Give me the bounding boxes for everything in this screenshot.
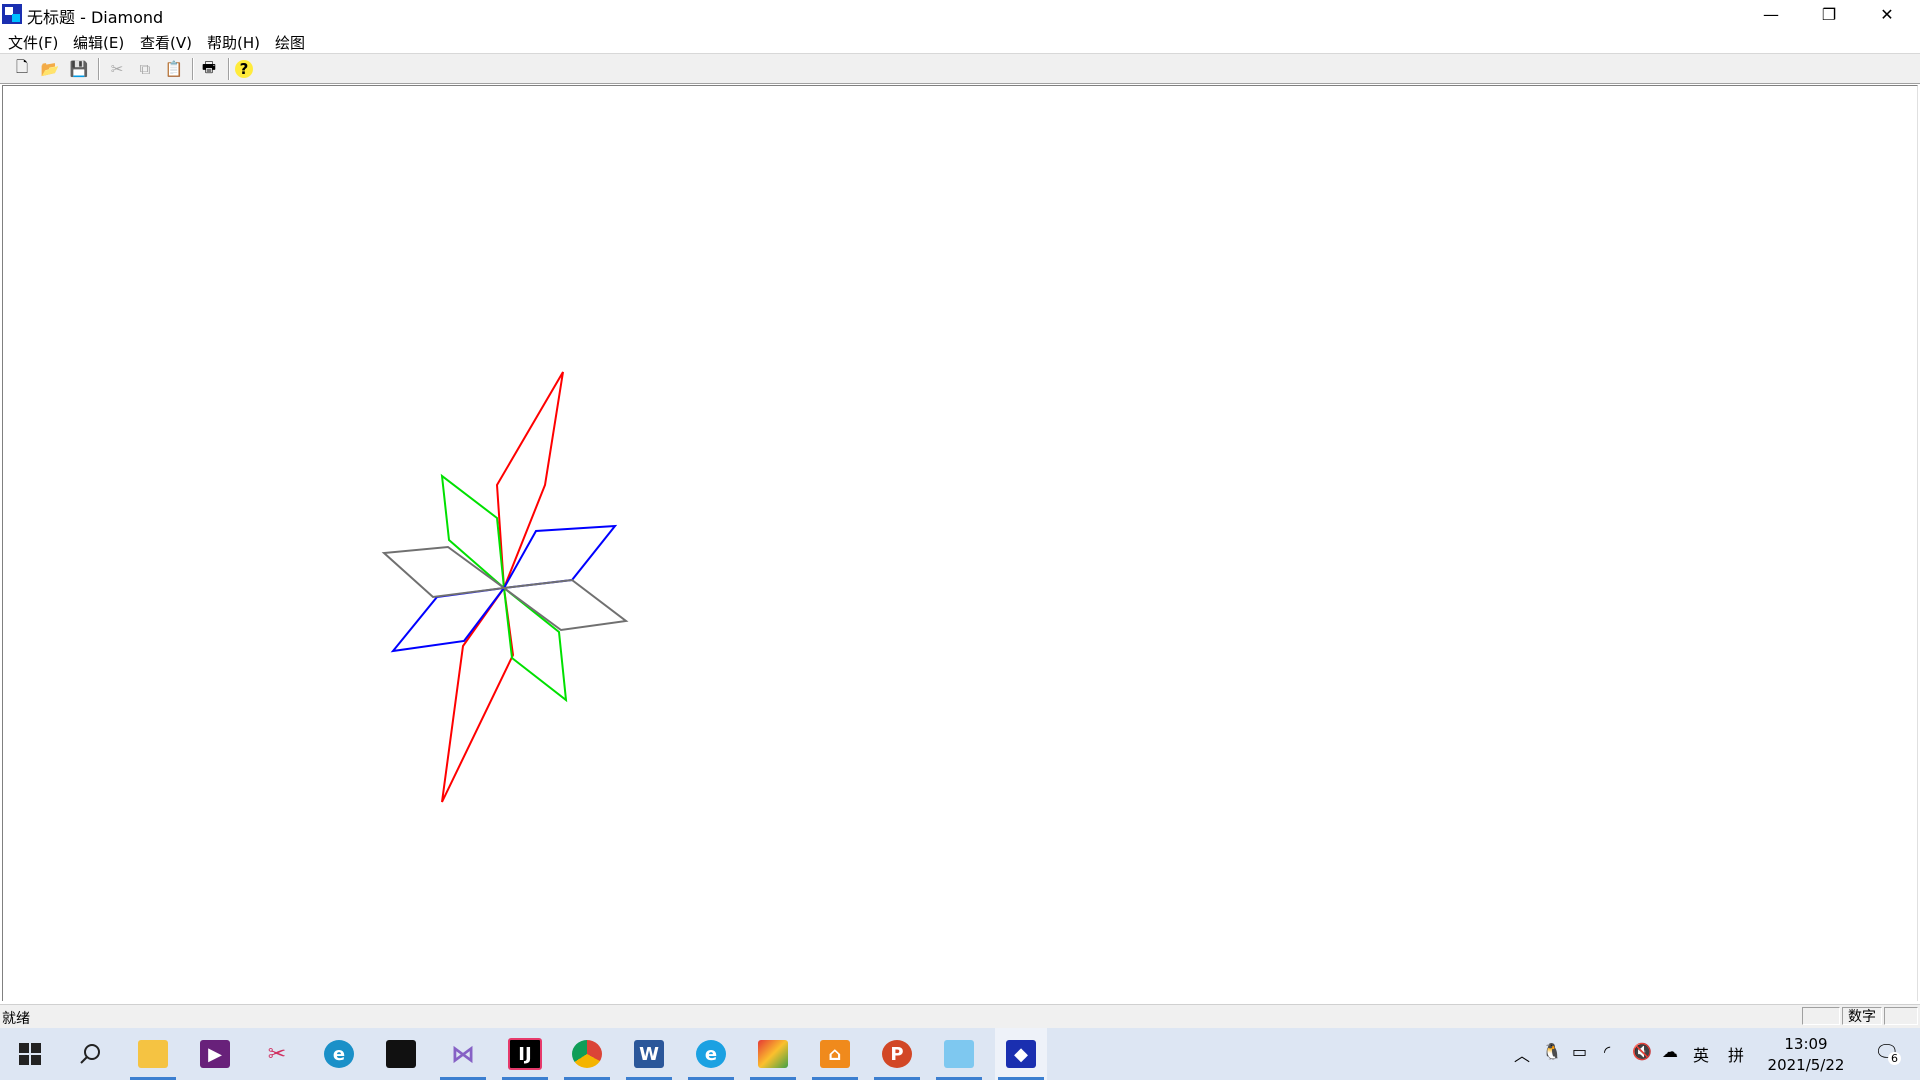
status-pane-num: 数字 [1842, 1007, 1882, 1025]
taskbar: ▶ ✂ e ⋈ IJ W e ⌂ P ◆ ︿ 🐧 ▭ ◜ 🔇 ☁ 英 拼 13:… [0, 1028, 1920, 1080]
notification-center-button[interactable]: 🗨 6 [1874, 1040, 1902, 1068]
red-diamond-lower [441, 585, 515, 803]
menu-bar: 文件(F) 编辑(E) 查看(V) 帮助(H) 绘图 [0, 29, 1920, 53]
taskbar-terminal[interactable] [375, 1028, 427, 1080]
toolbar: 🗋 📂 💾 ✂ ⧉ 📋 🖶 ? [0, 53, 1920, 84]
ime-language[interactable]: 英 [1693, 1042, 1709, 1066]
toolbar-separator [98, 58, 100, 80]
open-icon[interactable]: 📂 [39, 58, 61, 80]
drawing-canvas[interactable] [2, 85, 1918, 1001]
status-pane-scroll [1884, 1007, 1918, 1025]
taskbar-powerpoint[interactable]: P [871, 1028, 923, 1080]
taskbar-chrome[interactable] [561, 1028, 613, 1080]
diamond-star-drawing [381, 371, 629, 803]
taskbar-ie[interactable]: e [685, 1028, 737, 1080]
control-panel-icon [944, 1040, 974, 1068]
edge-icon: e [324, 1040, 354, 1068]
toolbar-separator [228, 58, 230, 80]
red-diamond-upper [495, 371, 564, 589]
jetbrains-icon: IJ [508, 1038, 542, 1070]
taskbar-clock[interactable]: 13:09 2021/5/22 [1756, 1034, 1856, 1076]
save-icon[interactable]: 💾 [68, 58, 90, 80]
powerpoint-icon: P [882, 1040, 912, 1068]
copy-icon[interactable]: ⧉ [134, 58, 156, 80]
status-pane-caps [1802, 1007, 1840, 1025]
taskbar-snipping-tool[interactable]: ✂ [251, 1028, 303, 1080]
terminal-icon [386, 1040, 416, 1068]
clock-date: 2021/5/22 [1767, 1056, 1845, 1074]
visual-studio-icon: ⋈ [451, 1040, 475, 1068]
minimize-button[interactable]: — [1742, 0, 1800, 29]
search-icon [80, 1044, 100, 1064]
visual-studio-preview-icon: ▶ [200, 1040, 230, 1068]
blue-diamond-upper [502, 524, 618, 590]
green-diamond-lower [502, 585, 568, 703]
taskbar-diamond-app[interactable]: ◆ [995, 1028, 1047, 1080]
menu-view[interactable]: 查看(V) [140, 32, 192, 53]
qq-icon[interactable]: 🐧 [1542, 1042, 1562, 1061]
taskbar-file-explorer[interactable] [127, 1028, 179, 1080]
blue-diamond-lower [390, 586, 507, 653]
close-button[interactable]: ✕ [1858, 0, 1916, 29]
word-icon: W [634, 1040, 664, 1068]
ime-mode[interactable]: 拼 [1728, 1042, 1744, 1066]
volume-muted-icon[interactable]: 🔇 [1632, 1042, 1652, 1061]
cut-icon[interactable]: ✂ [106, 58, 128, 80]
menu-draw[interactable]: 绘图 [275, 32, 305, 53]
app-colorful-icon [758, 1040, 788, 1068]
taskbar-control-panel[interactable] [933, 1028, 985, 1080]
menu-edit[interactable]: 编辑(E) [73, 32, 124, 53]
taskbar-word[interactable]: W [623, 1028, 675, 1080]
file-explorer-icon [138, 1040, 168, 1068]
taskbar-orange-app[interactable]: ⌂ [809, 1028, 861, 1080]
new-icon[interactable]: 🗋 [11, 58, 33, 80]
taskbar-visual-studio[interactable]: ⋈ [437, 1028, 489, 1080]
taskbar-jetbrains[interactable]: IJ [499, 1028, 551, 1080]
search-button[interactable] [64, 1028, 116, 1080]
toolbar-separator [192, 58, 194, 80]
onedrive-icon[interactable]: ☁ [1662, 1042, 1678, 1061]
taskbar-edge[interactable]: e [313, 1028, 365, 1080]
help-icon[interactable]: ? [235, 60, 253, 78]
restore-button[interactable]: ❐ [1800, 0, 1858, 29]
start-button[interactable] [4, 1028, 56, 1080]
green-diamond-upper [440, 473, 506, 591]
print-icon[interactable]: 🖶 [198, 58, 220, 80]
clock-time: 13:09 [1784, 1035, 1828, 1053]
wifi-icon[interactable]: ◜ [1604, 1042, 1610, 1061]
tray-overflow-icon[interactable]: ︿ [1514, 1042, 1530, 1066]
snipping-tool-icon: ✂ [267, 1041, 287, 1067]
status-bar: 就绪 数字 [0, 1004, 1920, 1028]
diamond-app-icon[interactable] [2, 4, 22, 24]
notification-count-badge: 6 [1888, 1052, 1901, 1065]
window-title: 无标题 - Diamond [27, 8, 164, 27]
start-icon [19, 1043, 41, 1065]
menu-file[interactable]: 文件(F) [8, 32, 58, 53]
paste-icon[interactable]: 📋 [163, 58, 185, 80]
gray-diamond-right [501, 578, 629, 632]
menu-help[interactable]: 帮助(H) [207, 32, 260, 53]
taskbar-colorful-app[interactable] [747, 1028, 799, 1080]
diamond-taskbar-icon: ◆ [1006, 1040, 1036, 1068]
chrome-icon [572, 1040, 602, 1068]
title-bar: 无标题 - Diamond — ❐ ✕ [0, 0, 1920, 29]
status-text: 就绪 [2, 1011, 30, 1027]
ie-icon: e [696, 1040, 726, 1068]
taskbar-vs-preview[interactable]: ▶ [189, 1028, 241, 1080]
battery-icon[interactable]: ▭ [1572, 1042, 1587, 1061]
app-orange-icon: ⌂ [820, 1040, 850, 1068]
